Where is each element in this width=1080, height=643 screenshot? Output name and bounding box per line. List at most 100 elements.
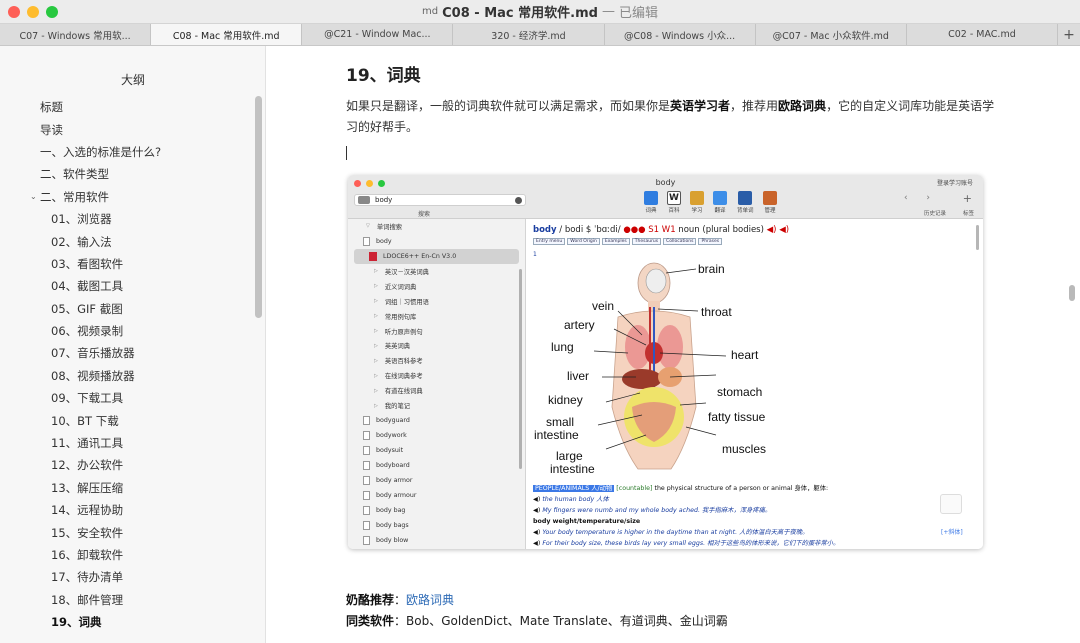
entry-definitions: PEOPLE/ANIMALS 人/动物 [countable] the phys… [533, 483, 973, 549]
app-window: md C08 - Mac 常用软件.md — 已编辑 C07 - Windows… [0, 0, 1080, 643]
outline-item-types[interactable]: 二、软件类型 [0, 163, 255, 185]
outline-item-intro[interactable]: 导读 [0, 118, 255, 140]
outline-item-screenshot[interactable]: 04、截图工具 [0, 275, 255, 297]
dict-list-label: bodyguard [376, 417, 410, 425]
dict-list-label: 近义词词典 [384, 283, 417, 291]
tab-320-economics[interactable]: 320 - 经济学.md [453, 24, 605, 45]
label-intestine-small: intestine [534, 428, 579, 442]
outline-item-input-method[interactable]: 02、输入法 [0, 230, 255, 252]
topic-tag: PEOPLE/ANIMALS 人/动物 [533, 485, 615, 492]
tab-c02-mac[interactable]: C02 - MAC.md [907, 24, 1058, 45]
tab-c07-mac-niche[interactable]: @C07 - Mac 小众软件.md [756, 24, 907, 45]
outline-item-browser[interactable]: 01、浏览器 [0, 208, 255, 230]
disclosure-icon: ▽ [366, 223, 370, 230]
outline-item-title[interactable]: 标题 [0, 96, 255, 118]
tab-c08-mac[interactable]: C08 - Mac 常用软件.md [151, 24, 303, 45]
close-button[interactable] [8, 6, 20, 18]
frequency-dots: ●●● [623, 225, 646, 235]
outline-item-todo[interactable]: 17、待办清单 [0, 566, 255, 588]
outline-item-communication[interactable]: 11、通讯工具 [0, 432, 255, 454]
dict-list-item: ▽ 单词搜索 [348, 219, 525, 234]
entry-chip: Examples [601, 238, 630, 245]
sidebar-scrollbar[interactable] [255, 96, 262, 318]
example-line: ◀) My fingers were numb and my whole bod… [533, 507, 772, 514]
dict-history-caption: 历史记录 [923, 211, 946, 217]
eudic-link[interactable]: 欧路词典 [406, 593, 454, 607]
window-title: md C08 - Mac 常用软件.md — 已编辑 [422, 2, 658, 21]
label-brain: brain [698, 262, 725, 276]
para-text-1: 如果只是翻译，一般的词典软件就可以满足需求，而如果你是 [346, 99, 671, 113]
more-link: [+斜体] [941, 529, 963, 536]
dict-list-scrollbar [519, 269, 522, 469]
outline-list: 标题 导读 一、入选的标准是什么? 二、软件类型 ⌄ 二、常用软件 01、浏览器… [0, 96, 255, 633]
dict-tool-manage: 管理 [762, 191, 778, 214]
outline-item-download[interactable]: 09、下载工具 [0, 387, 255, 409]
outline-item-criteria[interactable]: 一、入选的标准是什么? [0, 141, 255, 163]
dict-tool-study: 学习 [689, 191, 705, 214]
outline-item-gif[interactable]: 05、GIF 截图 [0, 298, 255, 320]
alternatives-label: 同类软件 [346, 614, 395, 628]
book-icon [369, 251, 377, 261]
dict-list-label: 单词搜索 [376, 223, 403, 231]
label-large: large [556, 449, 583, 463]
zoom-button[interactable] [46, 6, 58, 18]
dict-tool-label: 学习 [691, 208, 703, 214]
dict-search-value: body [375, 196, 393, 204]
example-line: ◀) Your body temperature is higher in th… [533, 529, 809, 536]
dict-list-item: ▷ 听力原声例句 [348, 324, 525, 339]
dict-list-item: body armour [348, 488, 525, 503]
dict-list-item: ▷ 常用例句库 [348, 309, 525, 324]
outline-item-bt[interactable]: 10、BT 下载 [0, 409, 255, 431]
dict-history-arrows: ‹ › [903, 193, 938, 203]
dict-list-label: body bag [376, 506, 406, 514]
dict-tag-caption: 标签 [962, 211, 974, 217]
new-tab-button[interactable]: + [1058, 24, 1080, 45]
disclosure-icon: ▷ [374, 357, 378, 364]
traffic-lights [8, 6, 58, 18]
chevron-down-icon[interactable]: ⌄ [30, 192, 37, 201]
outline-item-common-software[interactable]: ⌄ 二、常用软件 [0, 186, 255, 208]
disclosure-icon: ▷ [374, 328, 378, 335]
label-throat: throat [701, 305, 732, 319]
tab-c07-windows[interactable]: C07 - Windows 常用软... [0, 24, 152, 45]
outline-item-music-player[interactable]: 07、音乐播放器 [0, 342, 255, 364]
disclosure-icon: ▷ [374, 342, 378, 349]
entry-headword-line: body / bodi $ ˈbɑːdi/ ●●● S1 W1 noun (pl… [533, 225, 789, 235]
label-muscles: muscles [722, 442, 767, 456]
outline-item-dictionary[interactable]: 19、词典 [0, 611, 255, 633]
disclosure-icon: ▷ [374, 372, 378, 379]
recommend-line: 奶酪推荐：欧路词典 [346, 590, 728, 611]
label-small: small [546, 415, 575, 429]
dict-list-label: 我的笔记 [384, 403, 411, 411]
tab-c21-window-mac[interactable]: @C21 - Window Mac... [302, 24, 454, 45]
label-artery: artery [564, 318, 595, 332]
minimize-button[interactable] [27, 6, 39, 18]
speaker-icon: ◀) ◀) [766, 225, 790, 235]
dict-list-label: 英语百科参考 [384, 358, 423, 366]
manage-icon [763, 191, 777, 205]
outline-item-mail[interactable]: 18、邮件管理 [0, 589, 255, 611]
example-text: My fingers were numb and my whole body a… [542, 507, 772, 514]
example-text: Your body temperature is higher in the d… [542, 529, 809, 536]
outline-item-archive[interactable]: 13、解压压缩 [0, 477, 255, 499]
dict-list-item: ▷ 近义词词典 [348, 279, 525, 294]
outline-item-remote[interactable]: 14、远程协助 [0, 499, 255, 521]
page-icon [363, 460, 370, 470]
outline-item-uninstall[interactable]: 16、卸载软件 [0, 544, 255, 566]
editor-scrollbar[interactable] [1069, 285, 1075, 301]
outline-item-video-player[interactable]: 08、视频播放器 [0, 365, 255, 387]
dict-tool-label: 翻译 [714, 208, 726, 214]
disclosure-icon: ▷ [374, 313, 378, 320]
outline-item-image-viewer[interactable]: 03、看图软件 [0, 253, 255, 275]
dict-tool-label: 管理 [764, 208, 776, 214]
outline-item-office[interactable]: 12、办公软件 [0, 454, 255, 476]
dict-list-label: bodysuit [376, 447, 404, 455]
tab-c08-windows-niche[interactable]: @C08 - Windows 小众... [605, 24, 756, 45]
dict-list-item: body bags [348, 518, 525, 533]
disclosure-icon: ▷ [374, 387, 378, 394]
outline-item-video-record[interactable]: 06、视频录制 [0, 320, 255, 342]
title-separator: — [601, 4, 615, 19]
dict-search-field: body [354, 194, 526, 206]
outline-item-security[interactable]: 15、安全软件 [0, 521, 255, 543]
label-liver: liver [567, 369, 590, 383]
